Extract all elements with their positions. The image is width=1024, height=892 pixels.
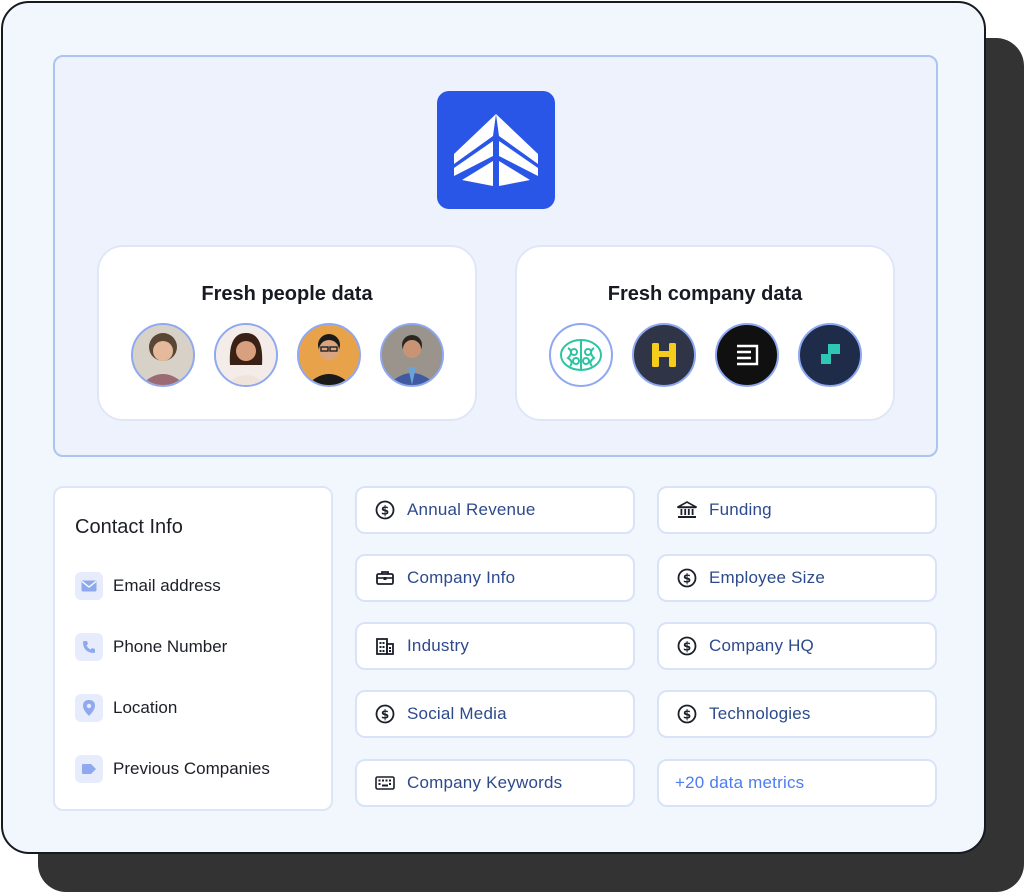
metric-annual-revenue: $ Annual Revenue	[355, 486, 635, 534]
company-logo	[714, 323, 779, 387]
people-card-title: Fresh people data	[201, 283, 373, 305]
phone-icon	[75, 633, 103, 661]
avatar	[213, 323, 278, 387]
teal-step-logo-icon	[820, 344, 840, 364]
metric-industry: Industry	[355, 622, 635, 670]
contact-item-previous-companies: Previous Companies	[75, 755, 270, 783]
metric-label: Industry	[407, 636, 470, 655]
contact-info-title: Contact Info	[75, 516, 183, 538]
tag-icon	[75, 755, 103, 783]
svg-text:$: $	[683, 571, 691, 585]
company-logo	[631, 323, 696, 387]
dollar-circle-icon: $	[677, 568, 697, 588]
contact-item-label: Email address	[113, 576, 221, 595]
stacked-lines-logo-icon	[736, 344, 758, 366]
svg-text:$: $	[381, 707, 389, 721]
dollar-circle-icon: $	[375, 704, 395, 724]
metric-label: Annual Revenue	[407, 500, 536, 519]
svg-text:$: $	[683, 707, 691, 721]
metric-label: Company HQ	[709, 636, 814, 655]
metric-label: Social Media	[407, 704, 507, 723]
company-logo-row	[517, 323, 893, 387]
app-logo	[437, 91, 555, 209]
metric-label: Technologies	[709, 704, 811, 723]
teal-brain-logo-icon	[559, 339, 602, 371]
company-logo	[797, 323, 862, 387]
metric-technologies: $ Technologies	[657, 690, 937, 738]
contact-item-email: Email address	[75, 572, 221, 600]
ship-bow-logo-icon	[454, 114, 538, 186]
mail-icon	[75, 572, 103, 600]
people-data-card: Fresh people data	[97, 245, 477, 421]
metric-company-info: Company Info	[355, 554, 635, 602]
more-metrics-label: +20 data metrics	[675, 773, 805, 792]
metric-label: Employee Size	[709, 568, 825, 587]
avatar-row	[99, 323, 475, 387]
contact-item-label: Phone Number	[113, 637, 228, 656]
avatar	[296, 323, 361, 387]
svg-text:$: $	[381, 503, 389, 517]
metric-employee-size: $ Employee Size	[657, 554, 937, 602]
dollar-circle-icon: $	[677, 636, 697, 656]
more-metrics-link[interactable]: +20 data metrics	[657, 759, 937, 807]
building-icon	[375, 636, 395, 656]
contact-info-card: Contact Info Email address Phone Number …	[53, 486, 333, 811]
metric-funding: Funding	[657, 486, 937, 534]
company-data-card: Fresh company data	[515, 245, 895, 421]
contact-item-location: Location	[75, 694, 177, 722]
metric-label: Company Info	[407, 568, 516, 587]
avatar	[379, 323, 444, 387]
yellow-bars-logo-icon	[651, 343, 676, 367]
metric-company-keywords: Company Keywords	[355, 759, 635, 807]
contact-item-label: Previous Companies	[113, 759, 270, 778]
metric-label: Funding	[709, 500, 772, 519]
dollar-circle-icon: $	[375, 500, 395, 520]
company-card-title: Fresh company data	[607, 283, 803, 305]
metric-company-hq: $ Company HQ	[657, 622, 937, 670]
briefcase-icon	[375, 568, 395, 588]
contact-item-phone: Phone Number	[75, 633, 227, 661]
metric-social-media: $ Social Media	[355, 690, 635, 738]
avatar	[130, 323, 195, 387]
metric-label: Company Keywords	[407, 773, 563, 792]
location-pin-icon	[75, 694, 103, 722]
data-sources-panel: Fresh people data Fresh company data	[53, 55, 938, 457]
feature-card: Fresh people data Fresh company data Con…	[1, 1, 986, 854]
svg-text:$: $	[683, 639, 691, 653]
keyboard-icon	[375, 773, 395, 793]
contact-item-label: Location	[113, 698, 178, 717]
dollar-circle-icon: $	[677, 704, 697, 724]
bank-icon	[677, 500, 697, 520]
company-logo	[548, 323, 613, 387]
